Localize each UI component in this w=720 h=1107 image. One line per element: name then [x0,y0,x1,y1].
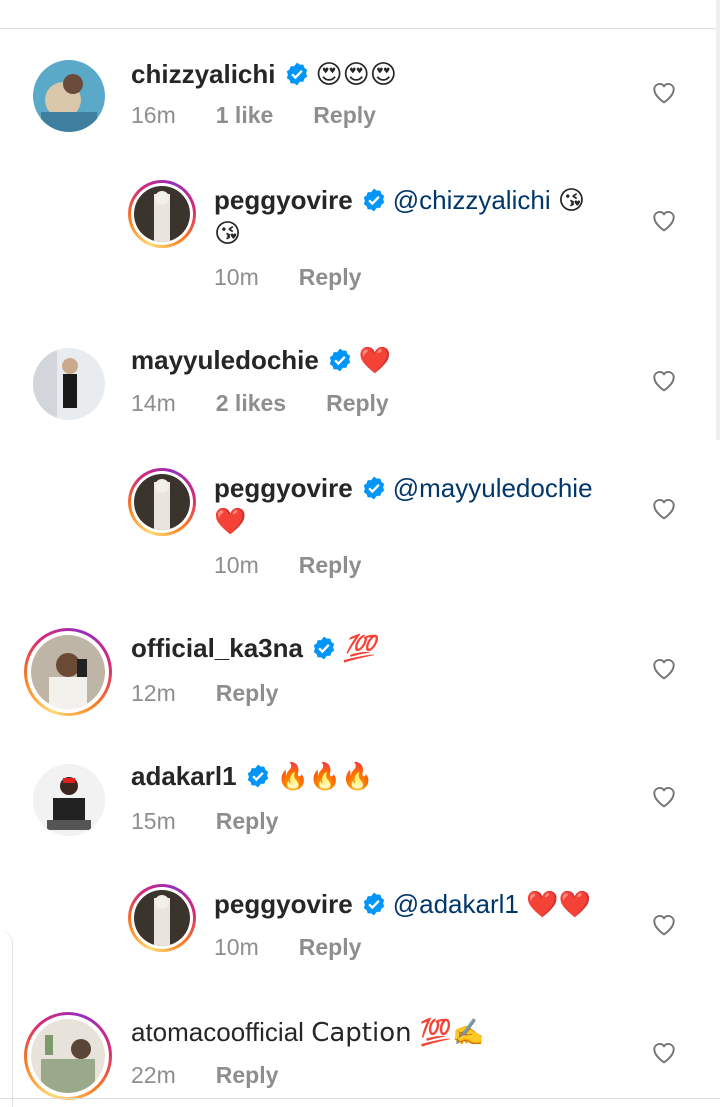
mention-link[interactable]: @adakarl1 [393,889,519,919]
reply-button[interactable]: Reply [299,934,362,960]
comment-likes[interactable]: 1 like [216,102,274,128]
comment-text-continued: 😘 [214,219,242,249]
comment-time: 10m [214,934,259,960]
reply-button[interactable]: Reply [299,264,362,290]
reply-button[interactable]: Reply [216,1062,279,1088]
heart-outline-icon[interactable] [651,496,677,520]
comment-time: 10m [214,552,259,578]
avatar[interactable] [128,884,196,952]
heart-outline-icon[interactable] [651,784,677,808]
comment-username[interactable]: peggyovire [214,473,353,503]
heart-outline-icon[interactable] [651,80,677,104]
heart-outline-icon[interactable] [651,912,677,936]
comment-text: ❤️❤️ [526,890,591,920]
verified-badge-icon [311,635,337,661]
reply-button[interactable]: Reply [326,390,389,416]
heart-outline-icon[interactable] [651,368,677,392]
verified-badge-icon [284,61,310,87]
top-divider [0,28,720,29]
comment-time: 15m [131,808,176,834]
comment-time: 16m [131,102,176,128]
avatar[interactable] [33,764,105,836]
comment-text: ❤️ [214,507,247,537]
verified-badge-icon [245,763,271,789]
avatar[interactable] [24,628,112,716]
mention-link[interactable]: @chizzyalichi [393,185,551,215]
comment-text: 😘 [557,186,585,216]
verified-badge-icon [361,475,387,501]
reply-button[interactable]: Reply [216,808,279,834]
comment-username[interactable]: mayyuledochie [131,345,319,375]
mention-link[interactable]: @mayyuledochie [393,473,593,503]
scrollbar[interactable] [716,0,720,440]
avatar[interactable] [33,348,105,420]
comment-username[interactable]: chizzyalichi [131,59,276,89]
reply-button[interactable]: Reply [313,102,376,128]
reply-button[interactable]: Reply [216,680,279,706]
comment-text: Caption 💯✍️ [311,1018,485,1048]
comment-time: 22m [131,1062,176,1088]
avatar[interactable] [24,1012,112,1100]
comment-username[interactable]: official_ka3na [131,633,303,663]
comment-time: 10m [214,264,259,290]
heart-outline-icon[interactable] [651,1040,677,1064]
verified-badge-icon [361,187,387,213]
comment-time: 14m [131,390,176,416]
comment-username[interactable]: adakarl1 [131,761,237,791]
comment-text: 💯 [342,634,376,664]
avatar[interactable] [33,60,105,132]
heart-outline-icon[interactable] [651,208,677,232]
comment-text: 😍😍😍 [315,60,397,90]
comment-likes[interactable]: 2 likes [216,390,286,416]
comment-username[interactable]: atomacoofficial [131,1017,304,1047]
verified-badge-icon [327,347,353,373]
avatar[interactable] [128,468,196,536]
comment-time: 12m [131,680,176,706]
side-panel-edge [0,930,13,1107]
comment-text: ❤️ [358,346,392,376]
bottom-divider [0,1098,720,1099]
comment-username[interactable]: peggyovire [214,185,353,215]
verified-badge-icon [361,891,387,917]
avatar[interactable] [128,180,196,248]
heart-outline-icon[interactable] [651,656,677,680]
comment-username[interactable]: peggyovire [214,889,353,919]
comment-text: 🔥🔥🔥 [276,762,374,792]
reply-button[interactable]: Reply [299,552,362,578]
